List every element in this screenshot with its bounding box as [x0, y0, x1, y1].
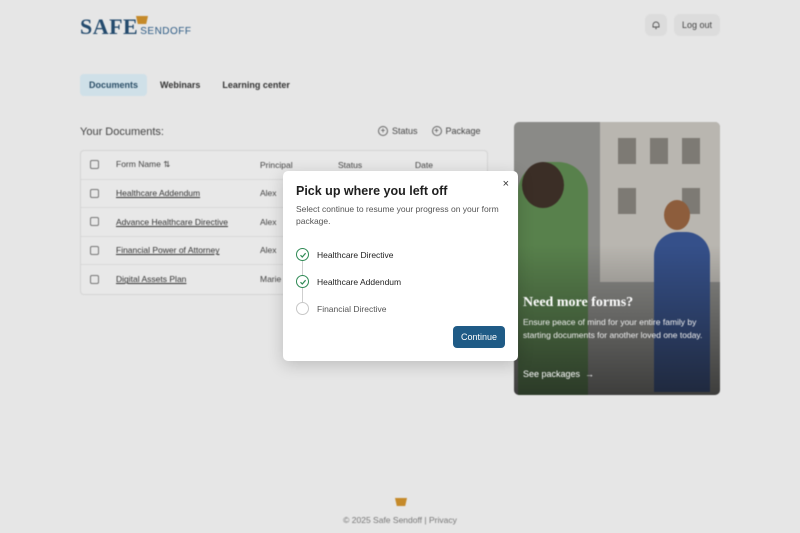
- column-header-label: Form Name: [116, 159, 161, 170]
- filter-bar: + Status + Package: [378, 126, 481, 136]
- logo-text: SAFE: [80, 14, 139, 39]
- see-packages-label: See packages: [523, 369, 581, 379]
- row-checkbox[interactable]: [90, 188, 99, 198]
- notifications-button[interactable]: [645, 14, 667, 36]
- close-icon[interactable]: ×: [503, 178, 509, 190]
- plus-circle-icon: +: [378, 126, 388, 136]
- progress-step: Financial Directive: [296, 295, 401, 322]
- step-label: Healthcare Addendum: [317, 276, 402, 287]
- promo-description: Ensure peace of mind for your entire fam…: [523, 317, 703, 340]
- document-name-link[interactable]: Healthcare Addendum: [116, 188, 260, 198]
- plus-circle-icon: +: [431, 126, 442, 136]
- step-label: Financial Directive: [317, 303, 387, 314]
- document-name-link[interactable]: Digital Assets Plan: [116, 274, 260, 284]
- filter-status-button[interactable]: + Status: [378, 126, 418, 136]
- documents-title: Your Documents:: [80, 126, 164, 138]
- promo-card: Need more forms? Ensure peace of mind fo…: [514, 122, 720, 395]
- filter-package-button[interactable]: + Package: [431, 126, 481, 136]
- continue-button[interactable]: Continue: [453, 326, 505, 348]
- arrow-right-icon: →: [585, 369, 595, 379]
- step-label: Healthcare Directive: [317, 249, 394, 260]
- promo-title: Need more forms?: [523, 295, 634, 310]
- column-header-form-name[interactable]: Form Name ⇅: [116, 159, 260, 170]
- progress-step: Healthcare Addendum: [296, 268, 402, 303]
- document-name-link[interactable]: Advance Healthcare Directive: [116, 217, 260, 227]
- logout-button[interactable]: Log out: [674, 14, 720, 36]
- tab-documents[interactable]: Documents: [80, 74, 148, 96]
- row-checkbox[interactable]: [90, 217, 99, 227]
- bell-icon: [652, 21, 660, 30]
- tab-webinars[interactable]: Webinars: [151, 74, 209, 96]
- progress-step: Healthcare Directive: [296, 241, 401, 276]
- dialog-description: Select continue to resume your progress …: [296, 204, 499, 226]
- tab-bar: Documents Webinars Learning center: [80, 74, 299, 96]
- sort-icon: ⇅: [163, 159, 171, 170]
- check-circle-icon: [296, 275, 309, 288]
- document-name-link[interactable]: Financial Power of Attorney: [116, 245, 260, 255]
- check-circle-icon: [296, 248, 309, 261]
- footer-text: © 2025 Safe Sendoff | Privacy: [343, 515, 457, 525]
- logo-subtext: SENDOFF: [140, 26, 192, 37]
- dialog-title: Pick up where you left off: [296, 184, 448, 198]
- tab-learning-center[interactable]: Learning center: [213, 74, 299, 96]
- see-packages-link[interactable]: See packages →: [523, 369, 594, 379]
- filter-label: Package: [445, 126, 481, 136]
- row-checkbox[interactable]: [90, 274, 99, 284]
- select-all-checkbox[interactable]: [90, 160, 99, 170]
- column-header-date: Date: [415, 159, 433, 170]
- empty-circle-icon: [296, 302, 309, 315]
- promo-photo-overlay: [514, 122, 720, 395]
- column-header-principal: Principal: [260, 159, 293, 170]
- resume-progress-dialog: × Pick up where you left off Select cont…: [283, 171, 518, 361]
- column-header-status: Status: [338, 159, 363, 170]
- logo-mark-icon: [136, 16, 148, 24]
- footer-logo-icon: [395, 498, 407, 506]
- progress-steps: Healthcare Directive Healthcare Addendum…: [296, 241, 401, 322]
- filter-label: Status: [392, 126, 418, 136]
- logo: SAFE SENDOFF: [80, 14, 192, 40]
- row-checkbox[interactable]: [90, 245, 99, 255]
